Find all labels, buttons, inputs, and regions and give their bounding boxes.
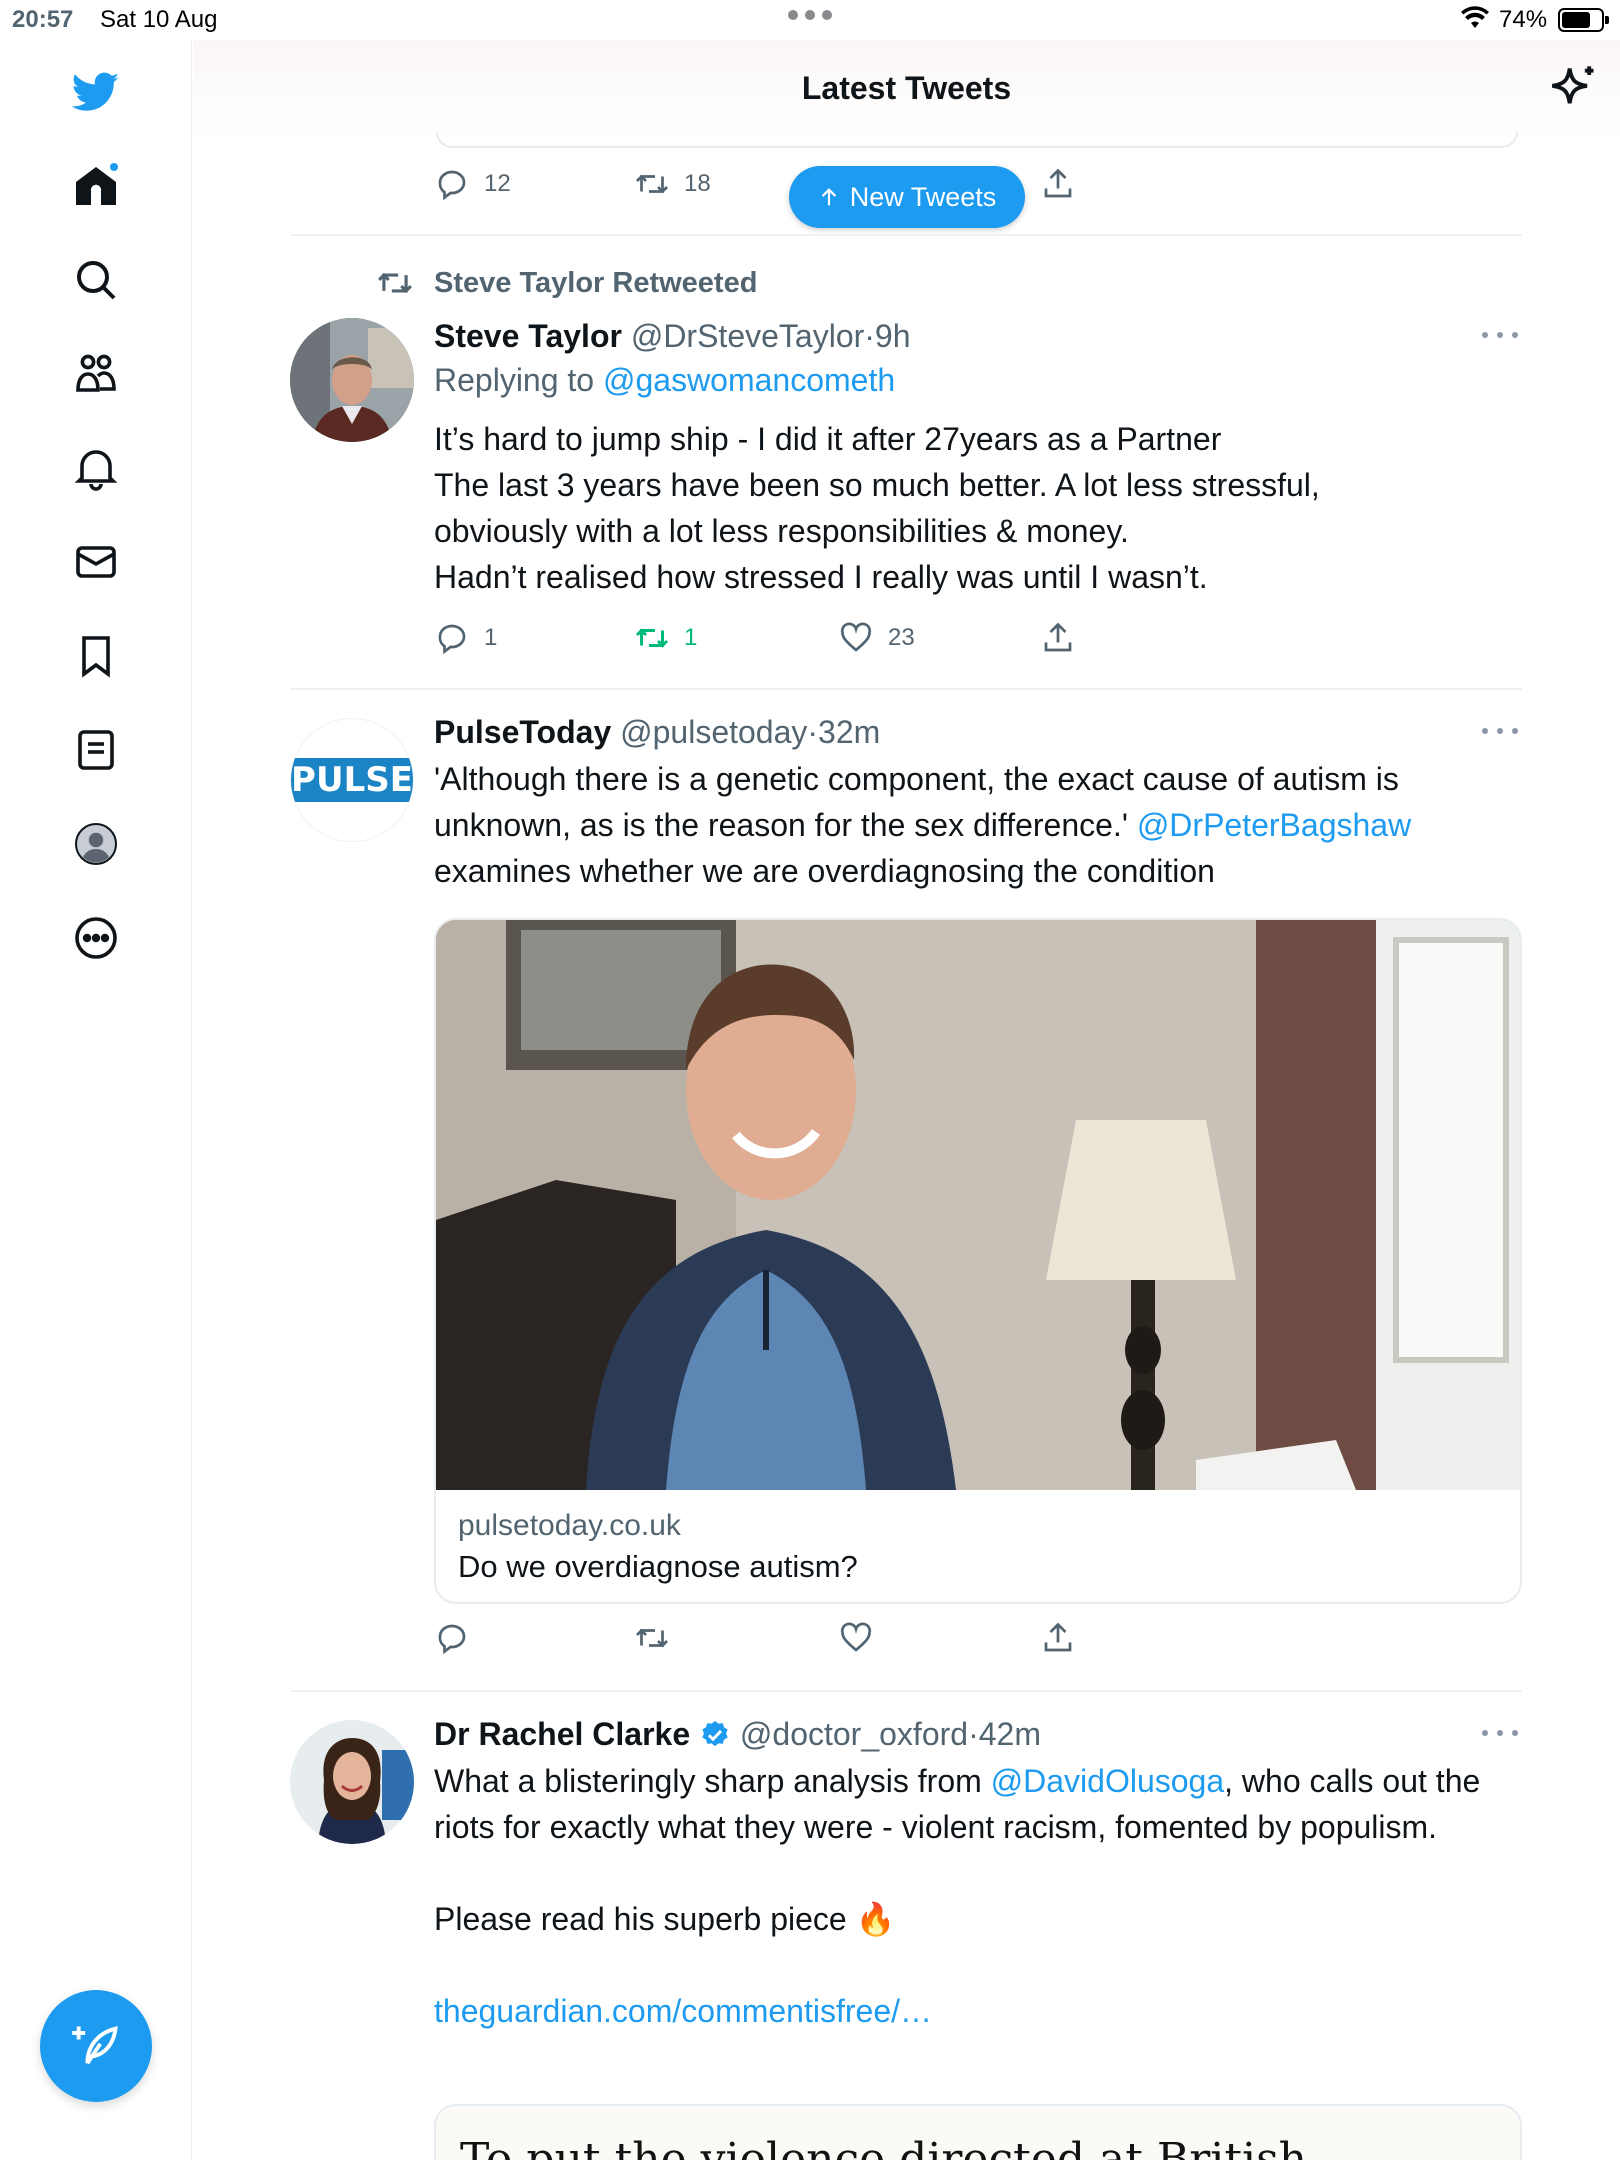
avatar[interactable] [290,1720,414,1844]
reply-button[interactable]: 1 [434,620,497,656]
avatar[interactable] [290,318,414,442]
link-headline: Do we overdiagnose autism? [458,1549,858,1584]
share-icon [1044,1622,1072,1652]
reply-icon [438,170,466,201]
tweet-header: Steve Taylor @DrSteveTaylor·9h [434,318,911,354]
guardian-link-card[interactable]: To put the violence directed at British [434,2104,1522,2160]
retweet-icon [378,272,412,294]
page-title: Latest Tweets [801,70,1012,106]
bell-icon[interactable] [68,440,124,496]
tweet-time[interactable]: 42m [979,1716,1041,1752]
tweet-text: What a blisteringly sharp analysis from … [434,1763,1481,1845]
like-count: 23 [888,624,915,651]
avatar[interactable]: PULSE [290,718,414,842]
fire-emoji: 🔥 [855,1901,896,1937]
tweet-header: PulseToday @pulsetoday·32m [434,714,881,750]
retweet-icon [635,628,669,648]
link-preview-image [436,920,1520,1490]
tweet-time[interactable]: 32m [818,714,880,750]
reply-button[interactable] [434,1620,470,1656]
bookmark-icon[interactable] [68,628,124,684]
retweeted-by-label: Steve Taylor Retweeted [376,264,757,302]
display-name[interactable]: PulseToday [434,714,611,750]
profile-avatar-icon[interactable] [68,816,124,872]
twitter-bird-icon[interactable] [68,64,124,120]
tweet-time[interactable]: 9h [875,318,911,354]
display-name[interactable]: Dr Rachel Clarke [434,1716,690,1752]
communities-icon[interactable] [68,346,124,402]
article-link[interactable]: theguardian.com/commentisfree/… [434,1993,932,2029]
tweet-text: It’s hard to jump ship - I did it after … [434,421,1320,595]
pulse-logo: PULSE [291,758,413,802]
share-button[interactable] [1040,620,1076,656]
link-preview-card[interactable]: pulsetoday.co.uk Do we overdiagnose auti… [434,918,1522,1604]
tweet-link-line: theguardian.com/commentisfree/… [434,1988,1522,2034]
tweet-rachel-clarke[interactable]: Dr Rachel Clarke @doctor_oxford·42m What… [290,1692,1522,2160]
status-bar: 20:57 Sat 10 Aug 74% [0,0,1620,40]
mail-icon[interactable] [68,534,124,590]
user-handle[interactable]: @DrSteveTaylor [631,318,864,354]
sparkle-icon[interactable] [1548,62,1600,114]
new-tweets-button[interactable]: New Tweets [789,166,1025,228]
replying-to-mention[interactable]: @gaswomancometh [603,362,895,398]
retweet-button[interactable] [634,1620,670,1656]
mention-link[interactable]: @DavidOlusoga [991,1763,1224,1799]
retweet-icon [636,1628,668,1648]
lists-icon[interactable] [68,722,124,778]
link-domain: pulsetoday.co.uk [458,1509,681,1542]
tweet-text: 'Although there is a genetic component, … [434,761,1412,889]
home-icon[interactable] [68,158,124,214]
reply-icon [438,624,466,655]
display-name[interactable]: Steve Taylor [434,318,622,354]
guardian-card-headline: To put the violence directed at British [460,2134,1307,2160]
timeline-header: Latest Tweets [193,40,1620,140]
mention-link[interactable]: @DrPeterBagshaw [1137,807,1411,843]
share-icon [1044,168,1072,198]
more-options-icon[interactable] [1482,1730,1518,1740]
retweet-count: 1 [684,624,698,651]
compose-feather-icon [72,2026,118,2065]
battery-percentage: 74% [1499,6,1548,33]
replying-to: Replying to @gaswomancometh [434,362,896,398]
more-circle-icon[interactable] [68,910,124,966]
tweet-text-line: Please read his superb piece 🔥 [434,1901,896,1937]
retweet-button[interactable]: 18 [634,166,711,202]
retweet-button[interactable]: 1 [634,620,697,656]
sidebar [0,40,192,2160]
arrow-up-icon [821,188,836,206]
share-icon [1044,622,1072,652]
new-tweets-label: New Tweets [849,181,997,212]
more-options-icon[interactable] [1482,728,1518,738]
like-button[interactable] [838,1620,874,1656]
user-handle[interactable]: @doctor_oxford [740,1716,968,1752]
previous-tweet-card-edge [436,132,1518,148]
multitasking-dots-icon[interactable] [788,10,832,22]
verified-badge-icon [702,1721,728,1747]
like-button[interactable]: 23 [838,620,915,656]
reply-button[interactable]: 12 [434,166,511,202]
heart-icon [840,1622,872,1652]
reply-count: 1 [484,624,498,651]
share-button[interactable] [1040,166,1076,202]
status-date: Sat 10 Aug [100,6,218,33]
reply-icon [438,1624,466,1655]
share-button[interactable] [1040,1620,1076,1656]
battery-icon [1558,8,1609,32]
more-options-icon[interactable] [1482,332,1518,342]
heart-icon [840,622,872,652]
retweet-count: 18 [684,170,711,197]
compose-button[interactable] [40,1990,152,2102]
tweet-pulsetoday[interactable]: PULSE PulseToday @pulsetoday·32m 'Althou… [290,690,1522,1688]
retweet-icon [636,174,668,194]
status-time: 20:57 [12,6,74,33]
search-icon[interactable] [68,252,124,308]
tweet-header: Dr Rachel Clarke @doctor_oxford·42m [434,1716,1041,1752]
wifi-icon [1460,6,1490,37]
reply-count: 12 [484,170,511,197]
tweet-steve-taylor[interactable]: Steve Taylor Retweeted Steve Taylor @DrS… [290,236,1522,690]
user-handle[interactable]: @pulsetoday [620,714,807,750]
